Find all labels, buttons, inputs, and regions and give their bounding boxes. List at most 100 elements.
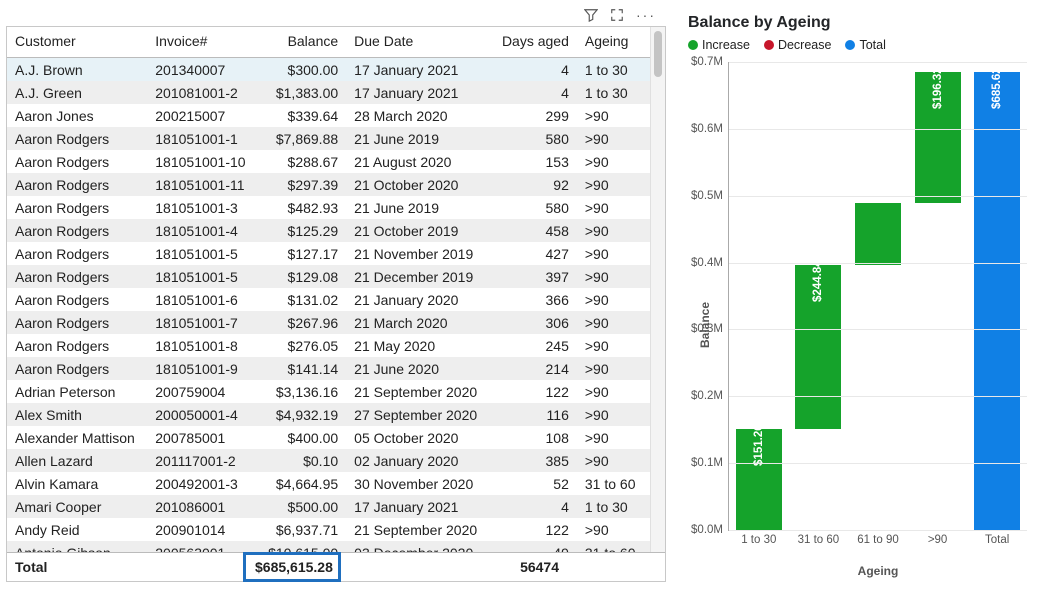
y-tick-label: $0.2M (691, 390, 729, 402)
table-row[interactable]: Allen Lazard201117001-2$0.1002 January 2… (7, 449, 650, 472)
cell-days: 580 (491, 196, 577, 219)
table-row[interactable]: Aaron Jones200215007$339.6428 March 2020… (7, 104, 650, 127)
gridline (729, 196, 1027, 197)
table-row[interactable]: A.J. Brown201340007$300.0017 January 202… (7, 58, 650, 82)
y-tick-label: $0.5M (691, 190, 729, 202)
x-tick-label: 61 to 90 (848, 530, 908, 546)
bar-slot: $685.62KTotal (967, 62, 1027, 530)
cell-days: 458 (491, 219, 577, 242)
chart-title: Balance by Ageing (688, 14, 1027, 32)
balance-by-ageing-chart: Balance by Ageing Increase Decrease Tota… (666, 4, 1037, 587)
table-row[interactable]: Amari Cooper201086001$500.0017 January 2… (7, 495, 650, 518)
cell-balance: $141.14 (256, 357, 346, 380)
cell-invoice: 181051001-5 (147, 242, 255, 265)
legend-decrease[interactable]: Decrease (764, 38, 832, 52)
cell-due-date: 28 March 2020 (346, 104, 491, 127)
bar-increase[interactable]: $196.32K (915, 72, 961, 203)
cell-customer: Aaron Rodgers (7, 311, 147, 334)
bar-increase[interactable]: $151.26K (736, 429, 782, 530)
x-tick-label: 1 to 30 (729, 530, 789, 546)
cell-invoice: 200563001 (147, 541, 255, 552)
totals-balance: $685,615.28 (247, 556, 337, 578)
cell-balance: $276.05 (256, 334, 346, 357)
bar-total[interactable]: $685.62K (974, 72, 1020, 530)
table-row[interactable]: Alvin Kamara200492001-3$4,664.9530 Novem… (7, 472, 650, 495)
col-header-customer[interactable]: Customer (7, 27, 147, 58)
legend-increase[interactable]: Increase (688, 38, 750, 52)
gridline (729, 530, 1027, 531)
col-header-due-date[interactable]: Due Date (346, 27, 491, 58)
cell-due-date: 21 January 2020 (346, 288, 491, 311)
cell-invoice: 201340007 (147, 58, 255, 82)
table-row[interactable]: Adrian Peterson200759004$3,136.1621 Sept… (7, 380, 650, 403)
bar-slot: $151.26K1 to 30 (729, 62, 789, 530)
cell-invoice: 181051001-4 (147, 219, 255, 242)
cell-ageing: 1 to 30 (577, 495, 650, 518)
cell-balance: $127.17 (256, 242, 346, 265)
cell-days: 397 (491, 265, 577, 288)
table-row[interactable]: Aaron Rodgers181051001-3$482.9321 June 2… (7, 196, 650, 219)
cell-ageing: >90 (577, 426, 650, 449)
y-tick-label: $0.7M (691, 56, 729, 68)
cell-ageing: >90 (577, 380, 650, 403)
bar-increase[interactable] (855, 203, 901, 265)
cell-invoice: 181051001-6 (147, 288, 255, 311)
table-header-row: Customer Invoice# Balance Due Date Days … (7, 27, 650, 58)
table-row[interactable]: Aaron Rodgers181051001-11$297.3921 Octob… (7, 173, 650, 196)
cell-days: 92 (491, 173, 577, 196)
col-header-balance[interactable]: Balance (256, 27, 346, 58)
cell-customer: Alex Smith (7, 403, 147, 426)
cell-due-date: 05 October 2020 (346, 426, 491, 449)
table-row[interactable]: Aaron Rodgers181051001-1$7,869.8821 June… (7, 127, 650, 150)
cell-invoice: 200785001 (147, 426, 255, 449)
cell-invoice: 200492001-3 (147, 472, 255, 495)
table-row[interactable]: Aaron Rodgers181051001-10$288.6721 Augus… (7, 150, 650, 173)
filter-icon[interactable] (584, 8, 598, 22)
table-row[interactable]: Aaron Rodgers181051001-5$129.0821 Decemb… (7, 265, 650, 288)
cell-customer: Andy Reid (7, 518, 147, 541)
cell-ageing: >90 (577, 518, 650, 541)
cell-balance: $4,664.95 (256, 472, 346, 495)
table-row[interactable]: Aaron Rodgers181051001-5$127.1721 Novemb… (7, 242, 650, 265)
y-tick-label: $0.4M (691, 257, 729, 269)
cell-days: 4 (491, 81, 577, 104)
table-row[interactable]: Aaron Rodgers181051001-4$125.2921 Octobe… (7, 219, 650, 242)
totals-days: 56474 (487, 556, 567, 578)
col-header-days[interactable]: Days aged (491, 27, 577, 58)
y-tick-label: $0.3M (691, 323, 729, 335)
chart-plot-area[interactable]: $151.26K1 to 30$244.84K31 to 6061 to 90$… (728, 62, 1027, 531)
table-row[interactable]: Antonio Gibson200563001$10,615.0003 Dece… (7, 541, 650, 552)
cell-balance: $4,932.19 (256, 403, 346, 426)
visual-actionbar: ··· (6, 4, 666, 26)
table-row[interactable]: Aaron Rodgers181051001-7$267.9621 March … (7, 311, 650, 334)
cell-ageing: 1 to 30 (577, 58, 650, 82)
vertical-scrollbar[interactable] (650, 27, 665, 552)
table-row[interactable]: Alex Smith200050001-4$4,932.1927 Septemb… (7, 403, 650, 426)
y-tick-label: $0.6M (691, 123, 729, 135)
cell-due-date: 21 March 2020 (346, 311, 491, 334)
cell-due-date: 21 May 2020 (346, 334, 491, 357)
bar-increase[interactable]: $244.84K (795, 265, 841, 429)
cell-due-date: 21 September 2020 (346, 518, 491, 541)
table-row[interactable]: Alexander Mattison200785001$400.0005 Oct… (7, 426, 650, 449)
focus-mode-icon[interactable] (610, 8, 624, 22)
cell-invoice: 200215007 (147, 104, 255, 127)
table-row[interactable]: Aaron Rodgers181051001-9$141.1421 June 2… (7, 357, 650, 380)
invoice-table-visual: ··· Customer Invoice# Balance Due Date D… (6, 4, 666, 587)
y-tick-label: $0.1M (691, 457, 729, 469)
col-header-invoice[interactable]: Invoice# (147, 27, 255, 58)
cell-balance: $131.02 (256, 288, 346, 311)
cell-balance: $10,615.00 (256, 541, 346, 552)
table-row[interactable]: Andy Reid200901014$6,937.7121 September … (7, 518, 650, 541)
table-row[interactable]: Aaron Rodgers181051001-6$131.0221 Januar… (7, 288, 650, 311)
legend-total[interactable]: Total (845, 38, 885, 52)
gridline (729, 463, 1027, 464)
table-row[interactable]: A.J. Green201081001-2$1,383.0017 January… (7, 81, 650, 104)
col-header-ageing[interactable]: Ageing (577, 27, 650, 58)
scrollbar-thumb[interactable] (654, 31, 662, 77)
table-row[interactable]: Aaron Rodgers181051001-8$276.0521 May 20… (7, 334, 650, 357)
cell-invoice: 181051001-3 (147, 196, 255, 219)
cell-customer: Antonio Gibson (7, 541, 147, 552)
cell-invoice: 181051001-8 (147, 334, 255, 357)
more-options-icon[interactable]: ··· (636, 8, 656, 22)
